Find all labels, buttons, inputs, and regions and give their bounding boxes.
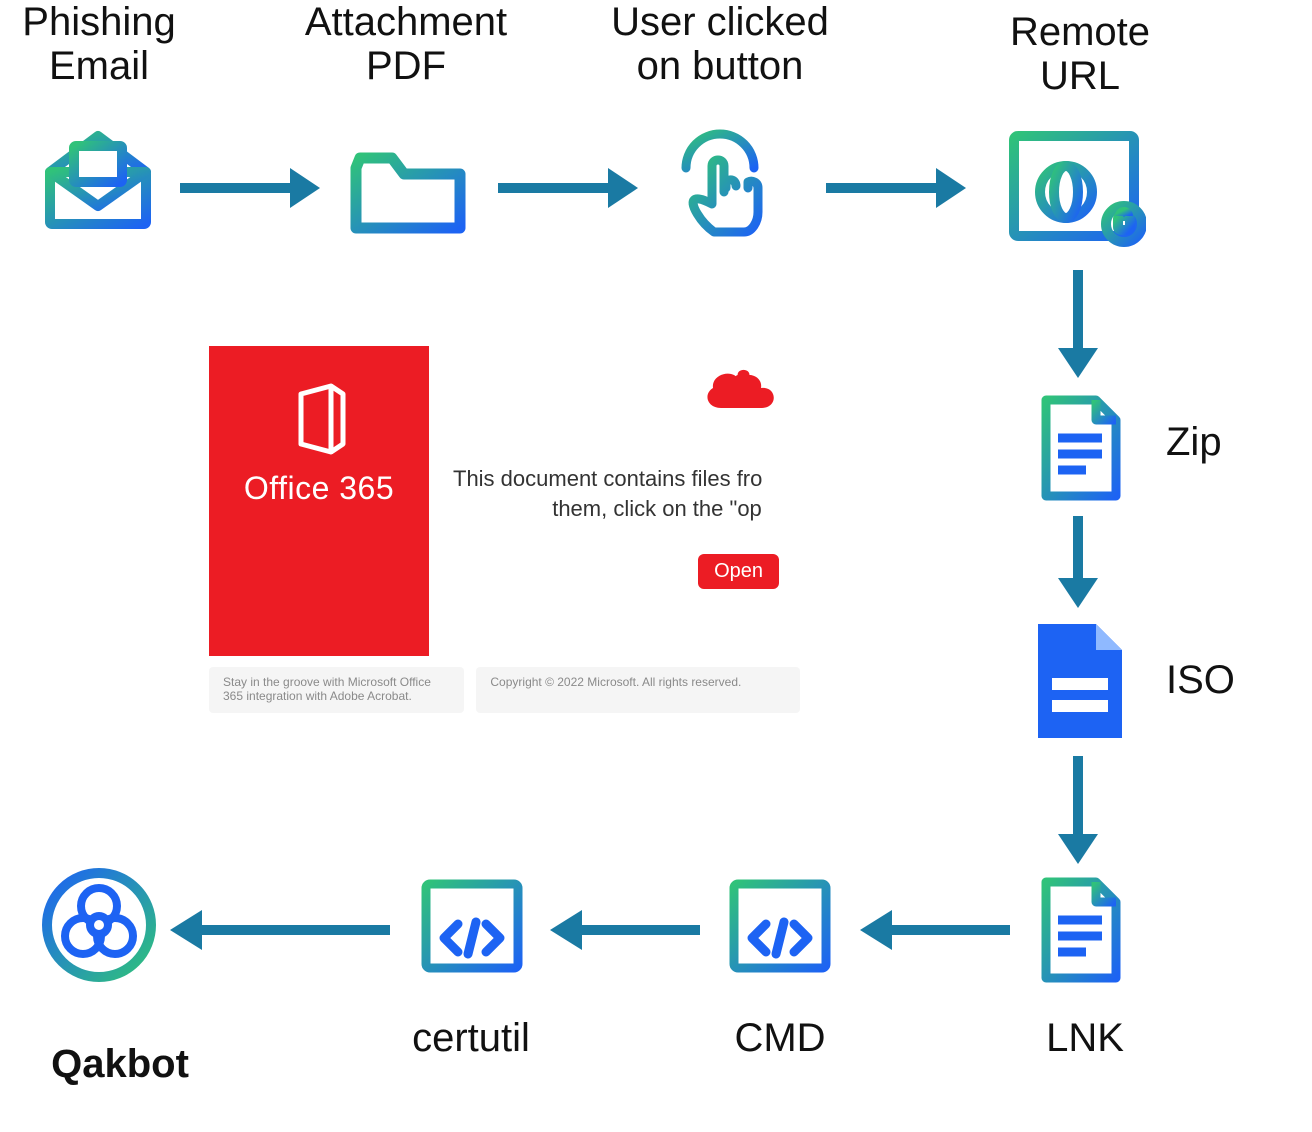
arrow-left-3-icon (170, 910, 390, 950)
lure-body-text: This document contains files fro them, c… (453, 464, 801, 523)
cloud-icon (699, 364, 781, 414)
iso-file-icon (1030, 620, 1130, 742)
node-label-qakbot: Qakbot (20, 1042, 220, 1086)
node-label-attachment-pdf: AttachmentPDF (261, 0, 551, 88)
lure-open-button[interactable]: Open (698, 554, 779, 589)
arrow-2-icon (498, 168, 638, 208)
node-label-certutil: certutil (366, 1016, 576, 1060)
certutil-code-icon (418, 876, 526, 976)
touch-icon (668, 126, 772, 242)
node-label-remote-url: RemoteURL (970, 10, 1190, 98)
arrow-down-1-icon (1058, 270, 1098, 378)
node-label-cmd: CMD (700, 1016, 860, 1060)
arrow-1-icon (180, 168, 320, 208)
office-box-icon (289, 382, 349, 456)
arrow-left-1-icon (860, 910, 1010, 950)
phishing-lure-card: Office 365 This document contains files … (197, 336, 812, 723)
diagram-stage: PhishingEmail AttachmentPDF User clicked… (0, 0, 1312, 1132)
arrow-down-2-icon (1058, 516, 1098, 608)
browser-globe-icon (1006, 128, 1146, 248)
lure-product-label: Office 365 (209, 470, 429, 507)
lure-office365-panel: Office 365 (209, 346, 429, 656)
lure-right-panel: This document contains files fro them, c… (443, 346, 801, 656)
cmd-code-icon (726, 876, 834, 976)
node-label-lnk: LNK (1020, 1016, 1150, 1060)
lure-footer: Stay in the groove with Microsoft Office… (209, 667, 800, 713)
arrow-3-icon (826, 168, 966, 208)
arrow-down-3-icon (1058, 756, 1098, 864)
email-icon (38, 124, 158, 234)
node-label-zip: Zip (1166, 420, 1276, 464)
zip-file-icon (1036, 394, 1124, 502)
lure-footer-left: Stay in the groove with Microsoft Office… (209, 667, 464, 713)
biohazard-icon (40, 866, 158, 984)
node-label-user-clicked: User clickedon button (570, 0, 870, 88)
node-label-phishing-email: PhishingEmail (0, 0, 204, 88)
folder-icon (348, 144, 468, 236)
node-label-iso: ISO (1166, 658, 1296, 702)
lnk-file-icon (1036, 876, 1124, 984)
lure-footer-right: Copyright © 2022 Microsoft. All rights r… (476, 667, 800, 713)
arrow-left-2-icon (550, 910, 700, 950)
